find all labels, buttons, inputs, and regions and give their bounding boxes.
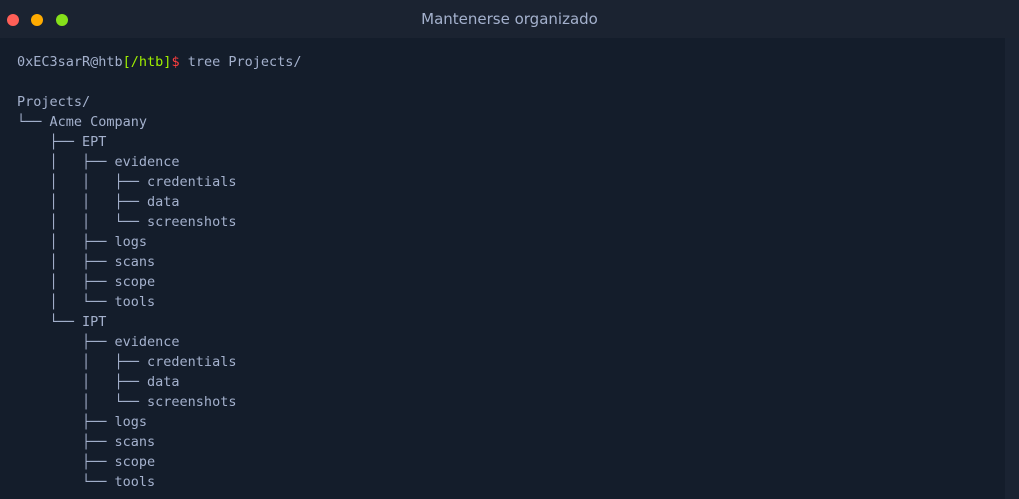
output-line: └── tools [17,474,156,490]
output-line: │ ├── data [17,374,180,390]
output-line: ├── scope [17,454,156,470]
output-line: │ ├── scope [17,274,156,290]
output-line: Projects/ [17,94,91,110]
scrollbar[interactable] [1005,38,1019,499]
output-line: ├── evidence [17,334,180,350]
output-line: │ ├── logs [17,234,148,250]
prompt-command: tree Projects/ [179,54,302,70]
output-line: │ └── screenshots [17,394,237,410]
output-line: ├── scans [17,434,156,450]
prompt-symbol: $ [171,54,180,70]
prompt-line: 0xEC3sarR@htb[/htb]$ tree Projects/ [17,52,302,72]
output-line: │ │ ├── credentials [17,174,237,190]
prompt-path: [/htb] [122,54,172,70]
output-line: ├── logs [17,414,148,430]
output-line: └── IPT [17,314,107,330]
prompt-user: 0xEC3sarR@htb [17,54,123,70]
output-line: │ │ └── screenshots [17,214,237,230]
window-title: Mantenerse organizado [421,10,598,28]
output-line: ├── EPT [17,134,107,150]
output-line: │ ├── credentials [17,354,237,370]
output-line: │ ├── scans [17,254,156,270]
output-line: └── Acme Company [17,114,148,130]
terminal-output[interactable]: 0xEC3sarR@htb[/htb]$ tree Projects/ Proj… [0,38,1005,499]
output-line: │ └── tools [17,294,156,310]
terminal-window: Mantenerse organizado 0xEC3sarR@htb[/htb… [0,0,1019,499]
output-line: │ │ ├── data [17,194,180,210]
title-bar: Mantenerse organizado [0,0,1019,38]
output-line: │ ├── evidence [17,154,180,170]
